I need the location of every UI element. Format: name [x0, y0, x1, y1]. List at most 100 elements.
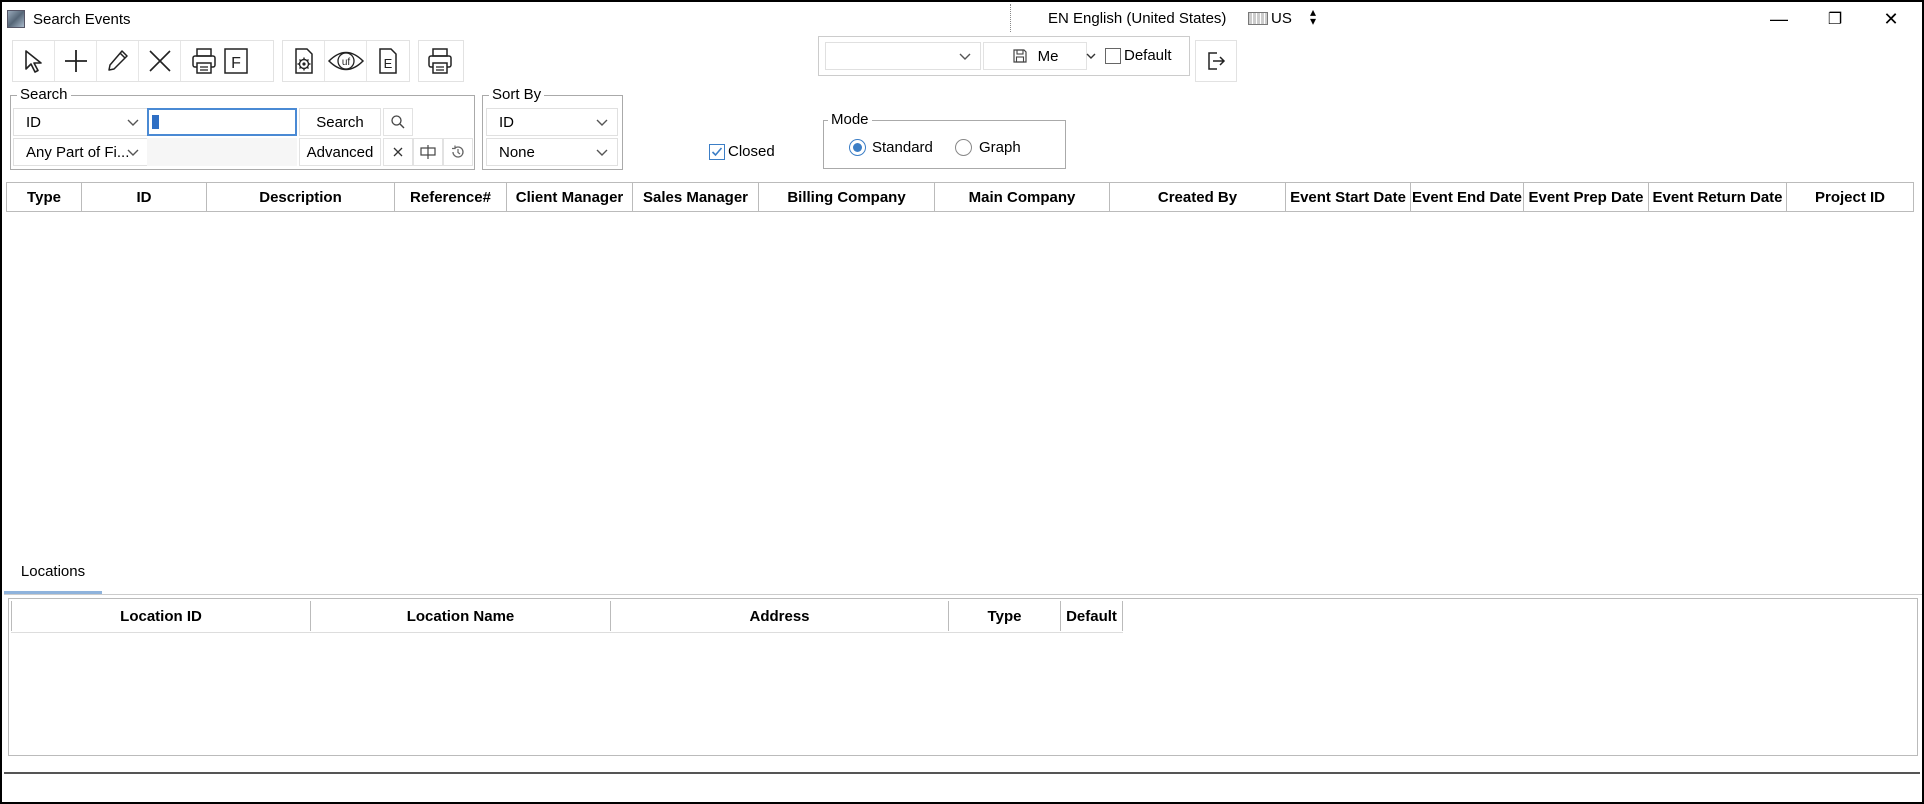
add-icon [64, 50, 87, 72]
sort-group: Sort By ID None [482, 86, 623, 170]
closed-label: Closed [728, 143, 775, 160]
restore-button[interactable]: ❐ [1820, 6, 1850, 32]
locations-panel: Location ID Location Name Address Type D… [8, 598, 1918, 756]
status-bar [4, 772, 1920, 802]
layout-panel: Me Default [818, 36, 1190, 76]
search-events-window: Search Events EN English (United States)… [0, 0, 1924, 804]
column-header-location-name[interactable]: Location Name [311, 601, 611, 631]
delete-icon [148, 50, 171, 72]
column-header-created-by[interactable]: Created By [1110, 183, 1286, 211]
column-header-type[interactable]: Type [6, 183, 82, 211]
chevron-down-icon [596, 149, 608, 156]
select-button[interactable] [13, 41, 55, 81]
toolbar-edit-group: F [12, 40, 274, 82]
print-form-button[interactable]: F [181, 41, 265, 81]
add-button[interactable] [55, 41, 97, 81]
column-header-billing-company[interactable]: Billing Company [759, 183, 935, 211]
column-header-description[interactable]: Description [207, 183, 395, 211]
column-header-id[interactable]: ID [82, 183, 207, 211]
search-history-button[interactable] [443, 138, 473, 166]
print-form-icon: F [192, 48, 248, 74]
column-header-location-type[interactable]: Type [949, 601, 1061, 631]
default-layout-checkbox[interactable] [1105, 48, 1121, 64]
column-header-address[interactable]: Address [611, 601, 949, 631]
sort-secondary-select[interactable]: None [486, 138, 618, 166]
mode-legend: Mode [828, 111, 872, 128]
mode-standard-label: Standard [872, 139, 933, 156]
settings-doc-icon [294, 48, 313, 74]
column-header-event-start-date[interactable]: Event Start Date [1286, 183, 1411, 211]
search-icon [391, 115, 405, 129]
column-header-event-prep-date[interactable]: Event Prep Date [1524, 183, 1649, 211]
mode-standard-radio[interactable] [849, 139, 866, 156]
search-legend: Search [17, 86, 71, 103]
history-icon [452, 145, 464, 158]
search-field-value: ID [26, 113, 41, 131]
print-icon [428, 48, 452, 74]
document-settings-button[interactable] [283, 41, 325, 81]
title-bar: Search Events EN English (United States)… [2, 2, 1922, 36]
column-header-sales-manager[interactable]: Sales Manager [633, 183, 759, 211]
search-button[interactable]: Search [299, 108, 381, 136]
print-button[interactable] [419, 41, 461, 81]
exit-icon [1208, 52, 1226, 70]
search-match-value: Any Part of Fi... [26, 143, 130, 161]
close-icon [393, 147, 403, 157]
events-grid-body[interactable] [6, 212, 1918, 548]
keyboard-layout[interactable]: US [1271, 10, 1292, 27]
column-header-event-return-date[interactable]: Event Return Date [1649, 183, 1787, 211]
sort-secondary-value: None [499, 143, 535, 161]
minimize-button[interactable]: — [1764, 6, 1794, 32]
edit-button[interactable] [97, 41, 139, 81]
columns-icon [420, 145, 436, 159]
chevron-down-icon [1086, 53, 1096, 59]
close-button[interactable]: ✕ [1876, 6, 1906, 32]
save-layout-dropdown[interactable] [1081, 42, 1101, 70]
column-header-client-manager[interactable]: Client Manager [507, 183, 633, 211]
column-header-event-end-date[interactable]: Event End Date [1411, 183, 1524, 211]
search-input[interactable] [147, 108, 297, 136]
exit-button[interactable] [1195, 40, 1237, 82]
print-form-letter: F [231, 55, 241, 72]
tab-locations[interactable]: Locations [4, 551, 102, 594]
layout-select[interactable] [825, 42, 981, 70]
closed-checkbox[interactable] [709, 144, 725, 160]
advanced-search-button[interactable]: Advanced [299, 138, 381, 166]
mode-graph-radio[interactable] [955, 139, 972, 156]
language-indicator[interactable]: EN English (United States) [1048, 10, 1226, 27]
column-header-reference[interactable]: Reference# [395, 183, 507, 211]
default-layout-label: Default [1124, 47, 1172, 64]
search-input-secondary [147, 138, 297, 166]
locations-grid-body[interactable] [11, 635, 1915, 753]
app-icon [7, 10, 25, 28]
column-header-location-id[interactable]: Location ID [11, 601, 311, 631]
sort-primary-value: ID [499, 113, 514, 131]
search-field-select[interactable]: ID [13, 108, 149, 136]
column-chooser-button[interactable] [413, 138, 443, 166]
mode-group: Mode Standard Graph [823, 111, 1066, 169]
chevron-down-icon [127, 149, 139, 156]
e-doc-label: E [384, 56, 393, 71]
clear-search-button[interactable] [383, 138, 413, 166]
sort-primary-select[interactable]: ID [486, 108, 618, 136]
column-header-project-id[interactable]: Project ID [1787, 183, 1914, 211]
keyboard-switch-icon[interactable]: ▴ ▾ [1308, 6, 1318, 27]
column-header-main-company[interactable]: Main Company [935, 183, 1110, 211]
save-layout-button[interactable]: Me [983, 42, 1087, 70]
save-layout-label: Me [1037, 47, 1059, 65]
e-document-button[interactable]: E [367, 41, 409, 81]
column-header-default[interactable]: Default [1061, 601, 1123, 631]
window-title: Search Events [33, 11, 131, 28]
chevron-down-icon [596, 119, 608, 126]
search-match-select[interactable]: Any Part of Fi... [13, 138, 149, 166]
edit-icon [107, 50, 128, 71]
uf-view-icon: uf [327, 51, 364, 71]
uf-label: uf [341, 57, 350, 68]
chevron-down-icon [959, 53, 971, 60]
user-fields-view-button[interactable]: uf [325, 41, 367, 81]
quick-search-button[interactable] [383, 108, 413, 136]
delete-button[interactable] [139, 41, 181, 81]
save-icon [1012, 49, 1027, 63]
search-group: Search ID Any Part of Fi... Search Advan… [10, 86, 475, 170]
keyboard-icon [1248, 12, 1268, 25]
